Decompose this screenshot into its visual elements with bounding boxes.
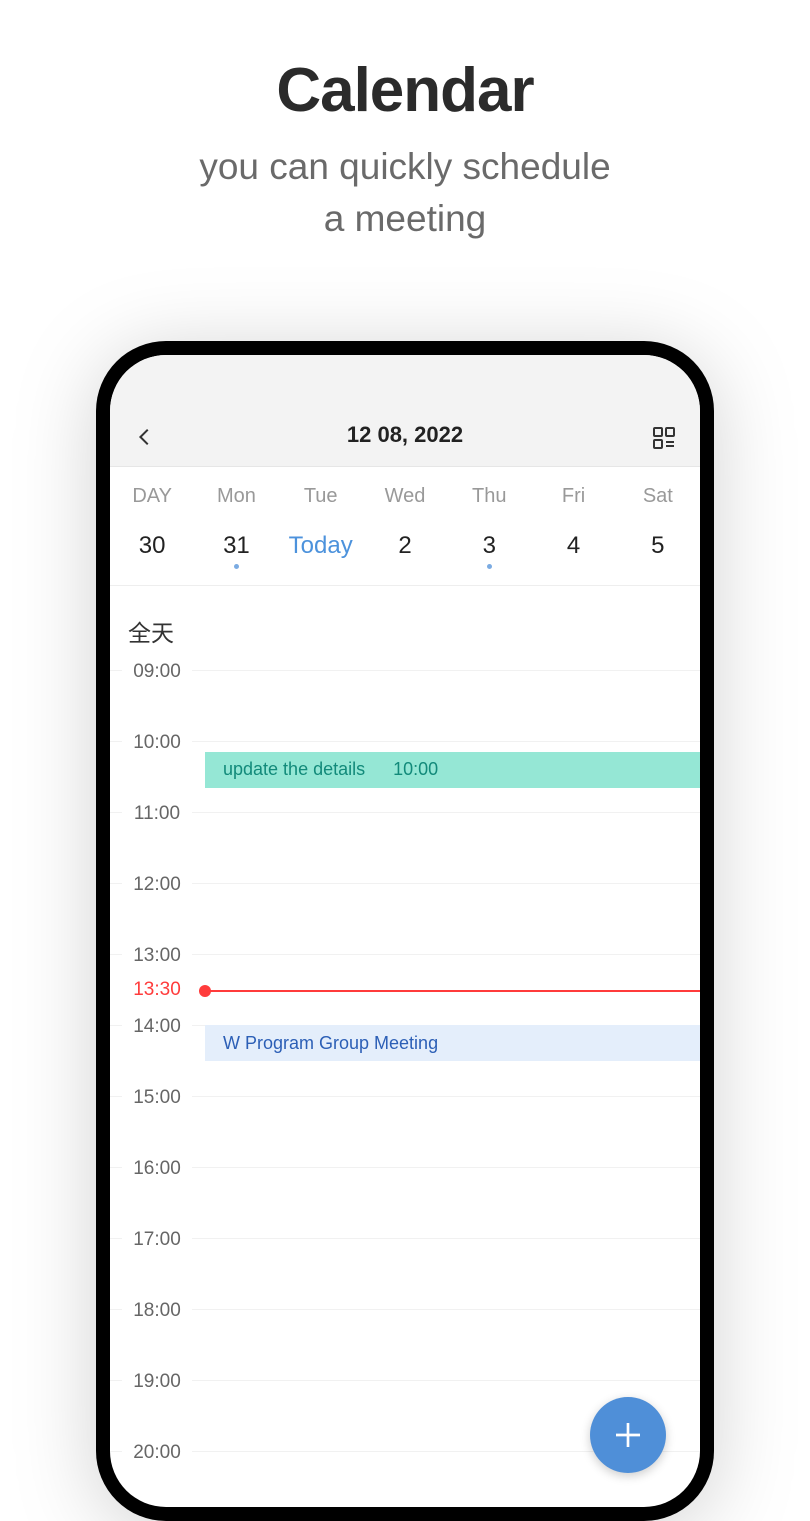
hour-label: 17:00	[122, 1227, 192, 1253]
hour-row: 18:00	[110, 1309, 700, 1380]
back-button[interactable]	[134, 426, 156, 448]
week-label: DAY	[110, 485, 194, 508]
date-cell[interactable]: 4	[531, 532, 615, 569]
event-dot	[234, 564, 239, 569]
event-title: update the details	[223, 759, 365, 780]
date-cell[interactable]: 31	[194, 532, 278, 569]
event-dot	[487, 564, 492, 569]
hour-row: 15:00	[110, 1096, 700, 1167]
all-day-label: 全天	[110, 586, 700, 658]
now-dot-icon	[199, 985, 211, 997]
hour-label: 09:00	[122, 659, 192, 685]
hour-row: 16:00	[110, 1167, 700, 1238]
hour-label: 15:00	[122, 1085, 192, 1111]
event-block[interactable]: update the details 10:00	[205, 752, 700, 788]
nav-title[interactable]: 12 08, 2022	[134, 422, 676, 448]
phone-mockup: 12 08, 2022 DAYMonTueWedThuFriSat 3031To…	[96, 341, 714, 1521]
hour-row: 11:00	[110, 812, 700, 883]
week-header: DAYMonTueWedThuFriSat	[110, 467, 700, 508]
phone-screen: 12 08, 2022 DAYMonTueWedThuFriSat 3031To…	[110, 355, 700, 1507]
hour-label: 14:00	[122, 1014, 192, 1040]
hour-row: 09:00	[110, 670, 700, 741]
now-label: 13:30	[122, 979, 192, 1001]
hour-label: 11:00	[122, 801, 192, 827]
add-event-button[interactable]	[590, 1397, 666, 1473]
date-cell[interactable]: 30	[110, 532, 194, 569]
week-label: Wed	[363, 485, 447, 508]
date-cell[interactable]: 2	[363, 532, 447, 569]
week-label: Sat	[616, 485, 700, 508]
hour-label: 16:00	[122, 1156, 192, 1182]
week-label: Fri	[531, 485, 615, 508]
week-label: Tue	[279, 485, 363, 508]
timeline[interactable]: 09:0010:0011:0012:0013:0014:0015:0016:00…	[110, 658, 700, 1507]
hour-label: 18:00	[122, 1298, 192, 1324]
hour-label: 12:00	[122, 872, 192, 898]
nav-bar: 12 08, 2022	[110, 355, 700, 467]
week-label: Thu	[447, 485, 531, 508]
event-block[interactable]: W Program Group Meeting	[205, 1025, 700, 1061]
view-grid-icon[interactable]	[652, 426, 676, 450]
hour-label: 13:00	[122, 943, 192, 969]
hour-label: 19:00	[122, 1369, 192, 1395]
hour-label: 10:00	[122, 730, 192, 756]
hour-label: 20:00	[122, 1440, 192, 1466]
date-cell[interactable]: 5	[616, 532, 700, 569]
promo-title: Calendar	[0, 55, 810, 126]
event-title: W Program Group Meeting	[223, 1033, 438, 1054]
week-label: Mon	[194, 485, 278, 508]
hour-row: 12:00	[110, 883, 700, 954]
date-row: 3031Today2345	[110, 508, 700, 586]
hour-row: 17:00	[110, 1238, 700, 1309]
event-time: 10:00	[393, 759, 438, 780]
promo-subtitle: you can quickly schedule a meeting	[0, 141, 810, 245]
date-cell[interactable]: 3	[447, 532, 531, 569]
date-today[interactable]: Today	[279, 532, 363, 569]
now-line	[205, 990, 700, 992]
phone-frame: 12 08, 2022 DAYMonTueWedThuFriSat 3031To…	[96, 341, 714, 1521]
